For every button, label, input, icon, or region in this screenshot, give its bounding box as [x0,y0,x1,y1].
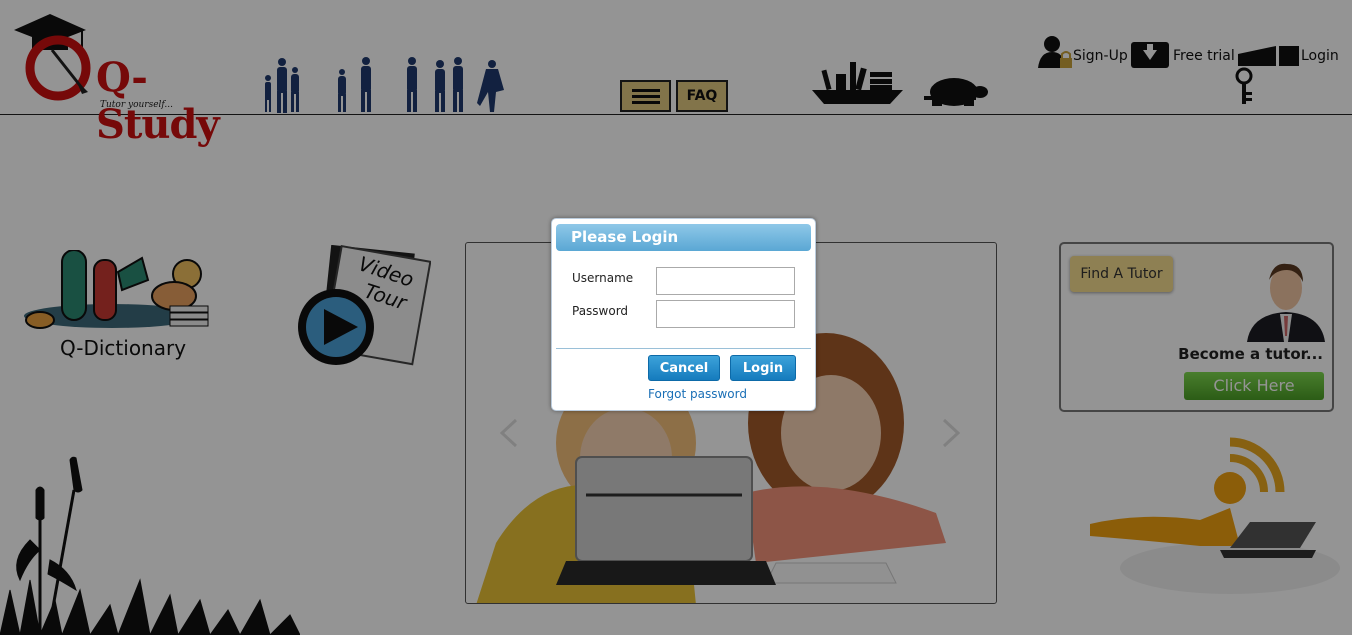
password-input[interactable] [656,300,795,328]
username-input[interactable] [656,267,795,295]
cancel-button[interactable]: Cancel [648,355,720,381]
login-dialog: Please Login Username Password Cancel Lo… [551,218,816,411]
dialog-divider [556,348,811,349]
forgot-password-link[interactable]: Forgot password [648,387,747,401]
username-label: Username [572,271,634,285]
login-dialog-title: Please Login [556,224,811,251]
password-label: Password [572,304,629,318]
login-button[interactable]: Login [730,355,796,381]
